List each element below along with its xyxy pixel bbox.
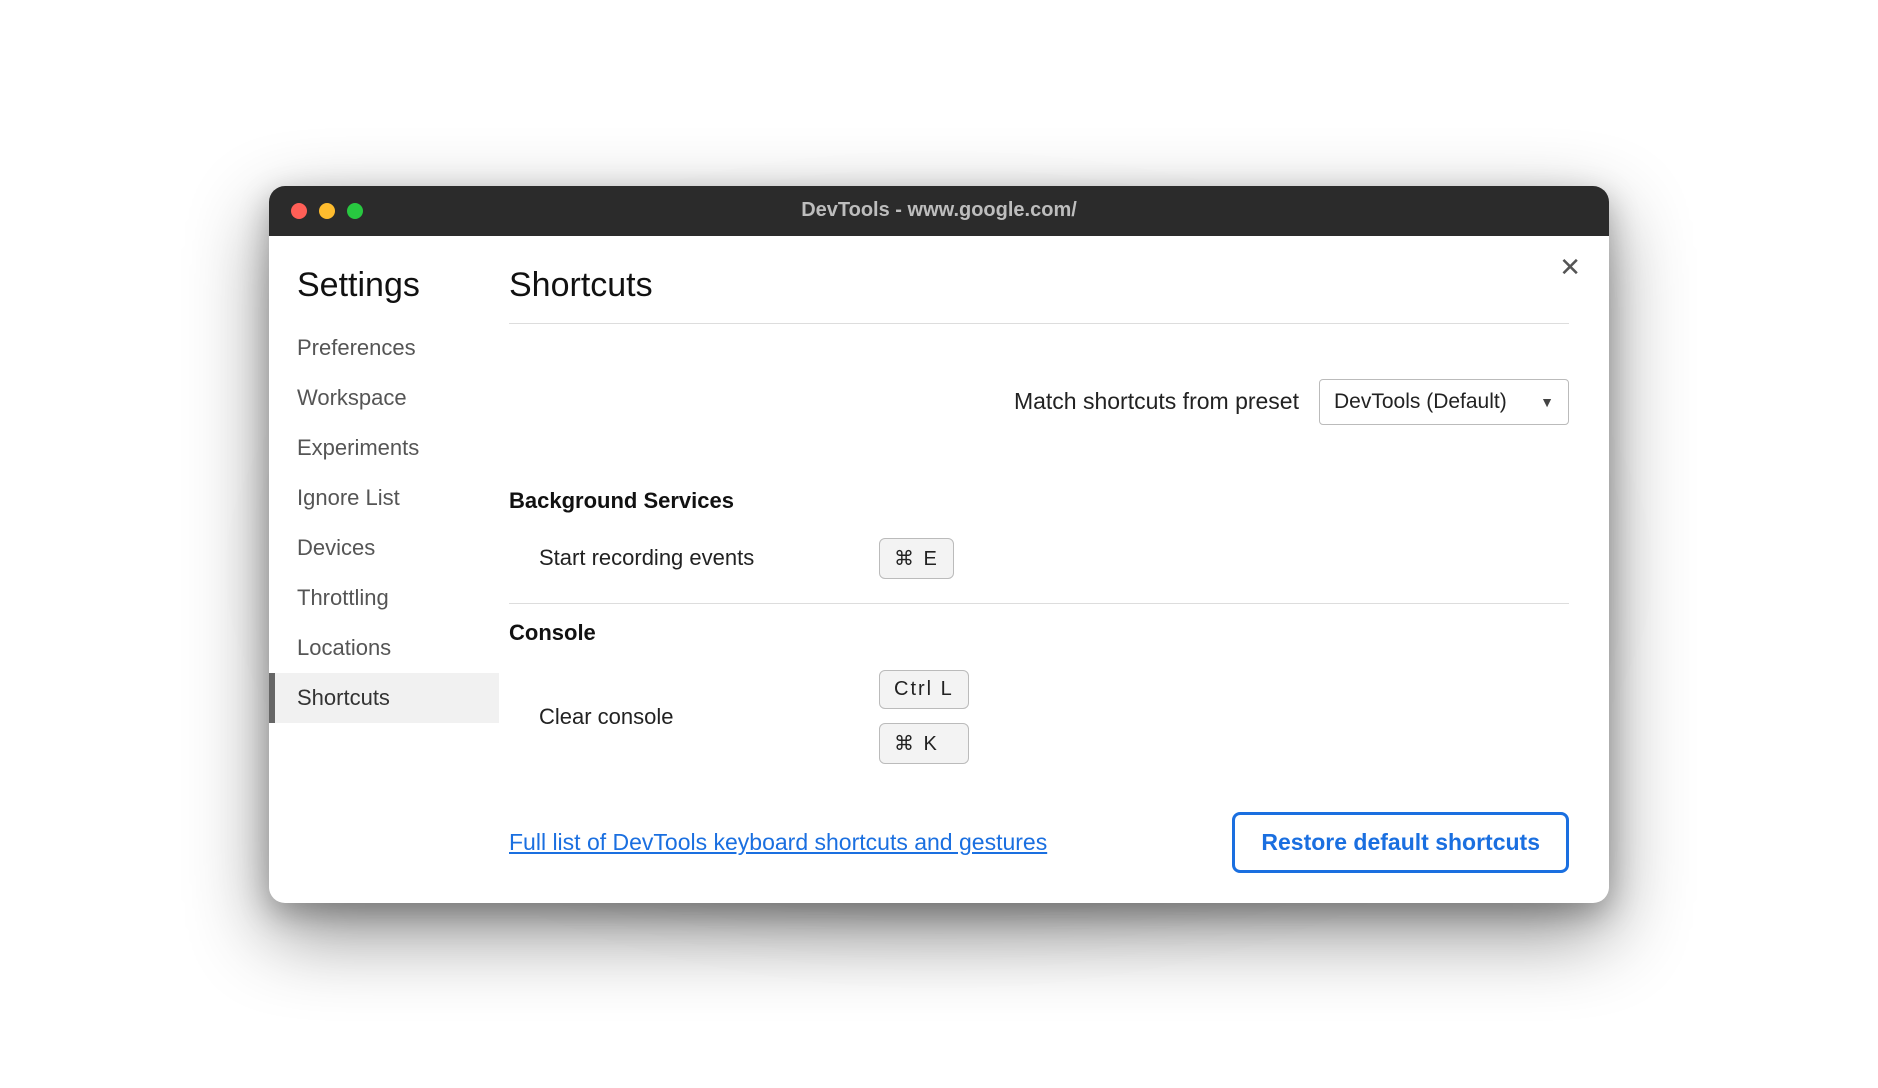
sidebar-item-locations[interactable]: Locations bbox=[269, 623, 499, 673]
sidebar: Settings Preferences Workspace Experimen… bbox=[269, 236, 499, 903]
full-list-link[interactable]: Full list of DevTools keyboard shortcuts… bbox=[509, 829, 1047, 856]
shortcut-label: Start recording events bbox=[509, 545, 879, 571]
sidebar-item-workspace[interactable]: Workspace bbox=[269, 373, 499, 423]
close-icon[interactable]: ✕ bbox=[1559, 254, 1581, 280]
shortcut-row: Start recording events ⌘ E bbox=[509, 532, 1569, 597]
shortcut-label: Clear console bbox=[509, 704, 879, 730]
shortcut-key: Ctrl L bbox=[879, 670, 969, 709]
section-title-console: Console bbox=[509, 620, 1569, 646]
preset-select[interactable]: DevTools (Default) ▼ bbox=[1319, 379, 1569, 425]
sidebar-title: Settings bbox=[269, 266, 499, 323]
divider bbox=[509, 603, 1569, 604]
sidebar-item-devices[interactable]: Devices bbox=[269, 523, 499, 573]
main-panel: Shortcuts Match shortcuts from preset De… bbox=[499, 236, 1609, 903]
traffic-lights bbox=[269, 203, 363, 219]
page-title: Shortcuts bbox=[509, 266, 1569, 305]
window-zoom-button[interactable] bbox=[347, 203, 363, 219]
sidebar-item-preferences[interactable]: Preferences bbox=[269, 323, 499, 373]
sidebar-item-experiments[interactable]: Experiments bbox=[269, 423, 499, 473]
sidebar-item-throttling[interactable]: Throttling bbox=[269, 573, 499, 623]
restore-default-shortcuts-button[interactable]: Restore default shortcuts bbox=[1232, 812, 1569, 873]
window-title: DevTools - www.google.com/ bbox=[269, 199, 1609, 222]
window-close-button[interactable] bbox=[291, 203, 307, 219]
window-minimize-button[interactable] bbox=[319, 203, 335, 219]
sidebar-item-shortcuts[interactable]: Shortcuts bbox=[269, 673, 499, 723]
devtools-window: DevTools - www.google.com/ ✕ Settings Pr… bbox=[269, 186, 1609, 903]
chevron-down-icon: ▼ bbox=[1540, 394, 1554, 410]
shortcut-key: ⌘ E bbox=[879, 538, 954, 579]
preset-label: Match shortcuts from preset bbox=[1014, 388, 1299, 415]
titlebar: DevTools - www.google.com/ bbox=[269, 186, 1609, 236]
shortcut-key: ⌘ K bbox=[879, 723, 969, 764]
sidebar-item-ignore-list[interactable]: Ignore List bbox=[269, 473, 499, 523]
section-title-background-services: Background Services bbox=[509, 488, 1569, 514]
shortcut-row: Clear console Ctrl L ⌘ K bbox=[509, 664, 1569, 782]
preset-select-value: DevTools (Default) bbox=[1334, 390, 1507, 414]
